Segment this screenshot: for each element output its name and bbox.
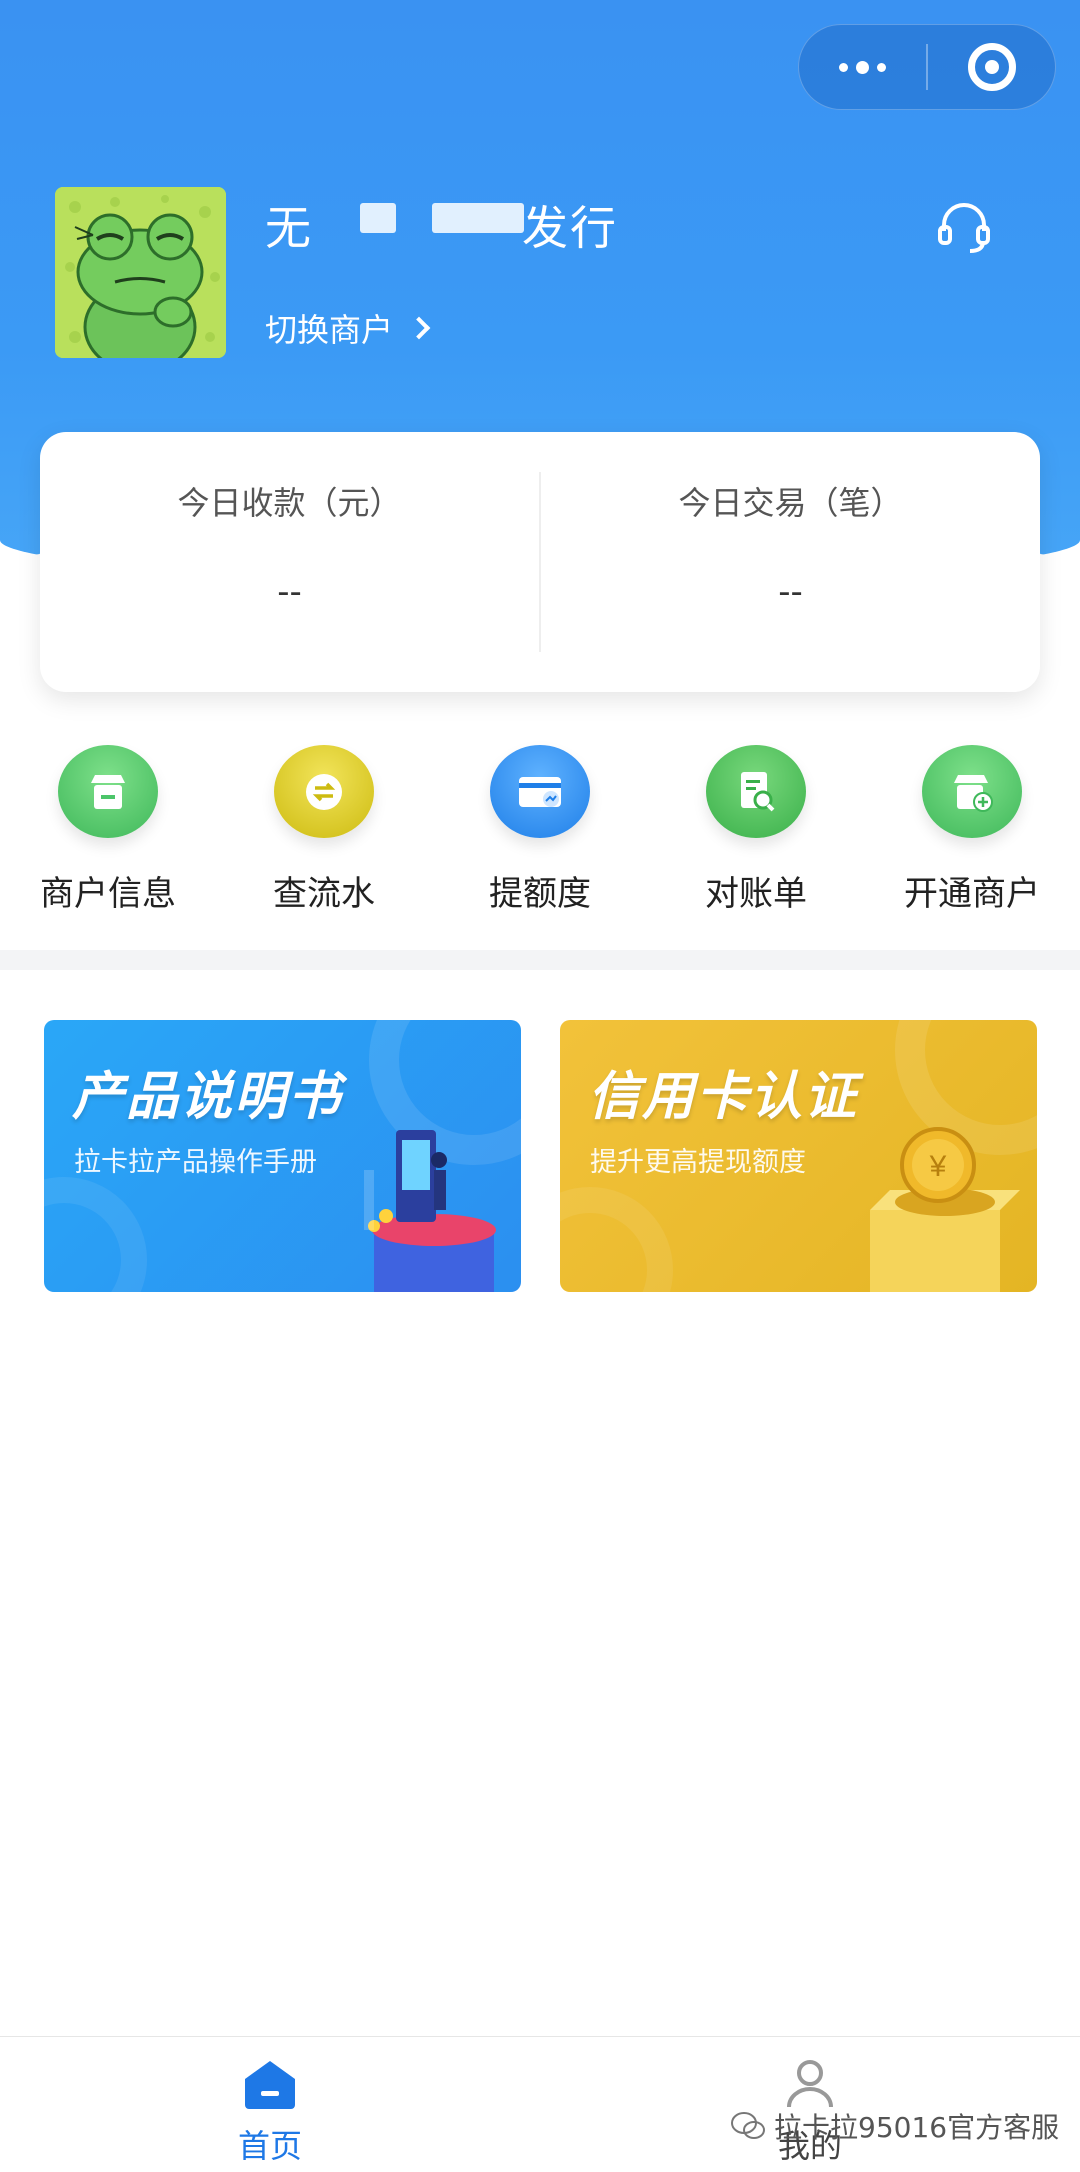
merchant-name-end: 发行 [522, 192, 618, 255]
today-transactions-value: -- [778, 572, 803, 612]
product-manual-banner[interactable]: 产品说明书 拉卡拉产品操作手册 [44, 1020, 521, 1292]
today-stats-card: 今日收款（元） -- 今日交易（笔） -- [40, 432, 1040, 692]
watermark-text: 拉卡拉95016官方客服 [774, 2111, 1060, 2144]
avatar[interactable] [55, 187, 226, 358]
today-transactions-stat[interactable]: 今日交易（笔） -- [541, 432, 1040, 692]
svg-text:¥: ¥ [929, 1150, 947, 1183]
redacted-name-block [360, 203, 396, 233]
chevron-right-icon [407, 316, 431, 340]
today-collection-label: 今日收款（元） [177, 484, 402, 522]
bottom-nav: 首页 我的 [0, 2036, 1080, 2172]
home-page: 无 发行 切换商户 今日收款（元） -- 今日交易（笔） -- 商户信息 查流水… [0, 0, 1080, 2172]
home-icon [245, 2061, 295, 2109]
quick-item-statement[interactable]: 对账单 [648, 745, 864, 915]
frog-avatar-icon [55, 187, 226, 358]
today-collection-value: -- [277, 572, 302, 612]
more-dots-icon [839, 60, 886, 74]
today-collection-stat[interactable]: 今日收款（元） -- [40, 432, 539, 692]
merchant-name-end-text: 发行 [522, 201, 618, 255]
quick-item-label: 对账单 [705, 874, 807, 914]
quick-item-transactions[interactable]: 查流水 [216, 745, 432, 915]
quick-menu: 商户信息 查流水 提额度 对账单 开通商户 [0, 745, 1080, 915]
tab-home-label: 首页 [237, 2127, 302, 2165]
document-search-icon [706, 745, 806, 838]
quick-item-merchant-info[interactable]: 商户信息 [0, 745, 216, 915]
customer-service-button[interactable] [932, 195, 996, 259]
tab-home[interactable]: 首页 [170, 2057, 370, 2167]
switch-merchant-label: 切换商户 [265, 311, 394, 349]
merchant-name-start: 无 [265, 201, 313, 255]
banner-title: 信用卡认证 [588, 1067, 859, 1127]
more-menu-button[interactable] [799, 25, 926, 109]
target-icon [967, 43, 1016, 91]
exchange-icon [274, 745, 374, 838]
switch-merchant-link[interactable]: 切换商户 [265, 305, 431, 351]
wechat-icon [731, 2112, 765, 2139]
banner-subtitle: 拉卡拉产品操作手册 [74, 1147, 317, 1178]
redacted-name-block [432, 203, 524, 233]
credit-card-verification-banner[interactable]: ¥ 信用卡认证 提升更高提现额度 [560, 1020, 1037, 1292]
quick-item-label: 商户信息 [40, 874, 176, 914]
banner-title: 产品说明书 [72, 1067, 343, 1127]
merchant-name: 无 [265, 192, 313, 255]
user-icon [787, 2060, 833, 2108]
quick-item-label: 查流水 [273, 874, 375, 914]
store-icon [58, 745, 158, 838]
watermark: 拉卡拉95016官方客服 [730, 2106, 1059, 2146]
section-divider [0, 950, 1080, 970]
quick-item-open-merchant[interactable]: 开通商户 [864, 745, 1080, 915]
quick-item-label: 开通商户 [904, 874, 1040, 914]
store-add-icon [922, 745, 1022, 838]
quick-item-label: 提额度 [489, 874, 591, 914]
headset-icon [938, 203, 990, 253]
today-transactions-label: 今日交易（笔） [678, 484, 903, 522]
close-mini-program-button[interactable] [928, 25, 1055, 109]
mini-program-capsule [798, 24, 1056, 110]
card-chart-icon [490, 745, 590, 838]
banner-subtitle: 提升更高提现额度 [590, 1147, 806, 1178]
quick-item-raise-limit[interactable]: 提额度 [432, 745, 648, 915]
